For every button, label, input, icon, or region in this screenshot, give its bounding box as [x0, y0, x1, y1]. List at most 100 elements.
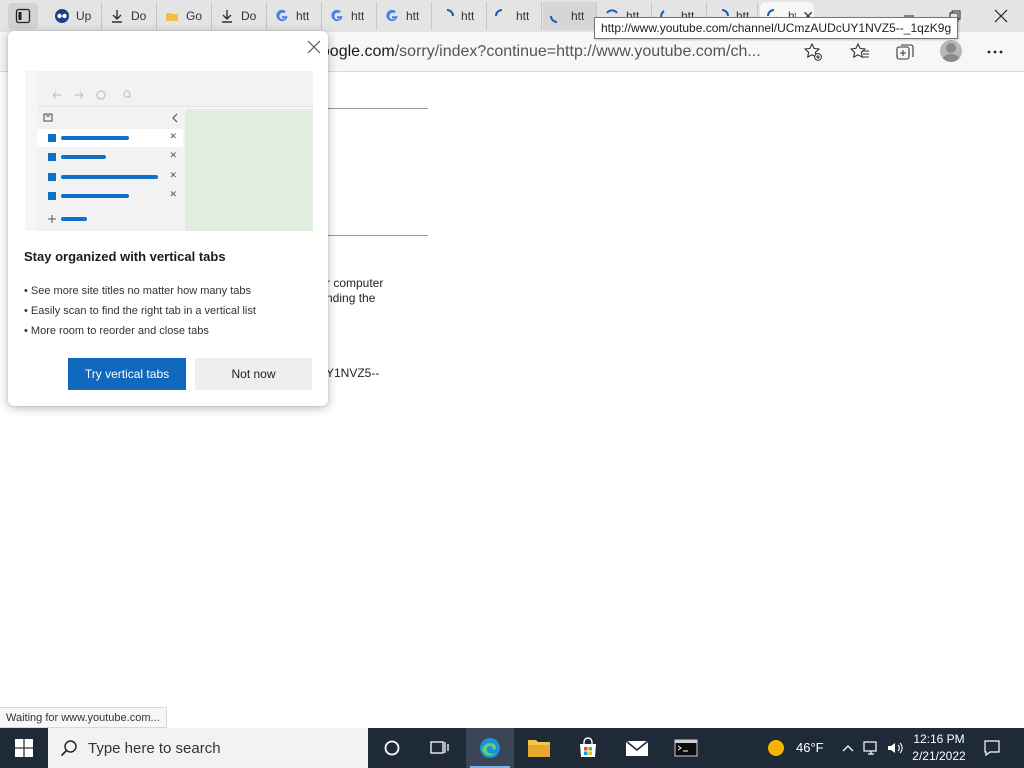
loading-icon [549, 8, 565, 24]
tab-title: Do [131, 9, 147, 23]
add-favorite-button[interactable] [799, 38, 827, 66]
store-icon [580, 737, 596, 757]
tab-title: htt [406, 9, 420, 23]
page-text: nding the [326, 291, 376, 305]
popup-bullet: • Easily scan to find the right tab in a… [24, 305, 256, 317]
chevron-up-icon [842, 745, 854, 752]
illustration-page-area [185, 109, 313, 231]
google-icon [329, 8, 345, 24]
weather-temperature[interactable]: 46°F [796, 728, 824, 768]
folder-icon [528, 740, 550, 757]
page-divider [326, 235, 428, 236]
page-text: JY1NVZ5-- [320, 366, 380, 380]
weather-widget[interactable] [762, 728, 790, 768]
taskbar-store[interactable] [564, 728, 612, 768]
volume-icon [888, 742, 903, 754]
illustration-tab-row: ✕ [37, 168, 183, 186]
tab-title: Go [186, 9, 203, 23]
browser-tab[interactable]: Up [48, 2, 102, 30]
favorites-button[interactable] [846, 38, 874, 66]
browser-tab[interactable]: htt [268, 2, 322, 30]
browser-tab[interactable]: htt [323, 2, 377, 30]
windows-taskbar: Type here to search 46°F 12:16 PM 2/21/2… [0, 728, 1024, 768]
collections-button[interactable] [891, 38, 919, 66]
close-icon [994, 9, 1008, 23]
loading-icon [494, 8, 510, 24]
address-bar[interactable]: google.com/sorry/index?continue=http://w… [300, 36, 832, 68]
cortana-button[interactable] [368, 728, 416, 768]
tab-title: Do [241, 9, 257, 23]
popup-bullet: • More room to reorder and close tabs [24, 325, 209, 337]
folder-icon [164, 8, 180, 24]
taskbar-search-box[interactable]: Type here to search [48, 728, 368, 768]
taskbar-mail[interactable] [613, 728, 661, 768]
tab-title: htt [571, 9, 585, 23]
popup-close-button[interactable] [304, 37, 324, 57]
profile-avatar[interactable] [940, 40, 962, 62]
notification-icon [984, 740, 1000, 757]
close-window-button[interactable] [978, 0, 1024, 32]
illustration-tab-row: ✕ [37, 129, 183, 147]
more-icon [987, 50, 1003, 54]
illustration-new-tab-row [37, 210, 183, 228]
tab-title: Up [76, 9, 92, 23]
settings-menu-button[interactable] [981, 38, 1009, 66]
mail-icon [625, 740, 649, 756]
not-now-button[interactable]: Not now [195, 358, 312, 390]
vertical-tabs-illustration: ✕ ✕ ✕ ✕ [25, 71, 313, 231]
popup-title: Stay organized with vertical tabs [24, 249, 226, 264]
favorites-icon [850, 42, 869, 59]
task-view-button[interactable] [416, 728, 464, 768]
collections-icon [896, 44, 914, 60]
google-icon [384, 8, 400, 24]
browser-tab[interactable]: Do [103, 2, 157, 30]
browser-status-bar: Waiting for www.youtube.com... [0, 707, 167, 728]
illustration-tab-row: ✕ [37, 148, 183, 166]
windows-logo-icon [15, 739, 33, 757]
vertical-tabs-icon [15, 8, 31, 24]
notifications-button[interactable] [980, 728, 1004, 768]
cortana-icon [384, 740, 400, 756]
taskbar-terminal[interactable] [662, 728, 710, 768]
terminal-icon [674, 739, 698, 757]
edge-collections-icon [54, 8, 70, 24]
browser-tab[interactable]: htt [543, 2, 597, 30]
star-add-icon [803, 42, 822, 61]
tab-title: htt [461, 9, 475, 23]
taskbar-file-explorer[interactable] [515, 728, 563, 768]
tab-actions-button[interactable] [8, 3, 38, 29]
tab-title: htt [516, 9, 530, 23]
start-button[interactable] [0, 728, 48, 768]
search-placeholder: Type here to search [88, 739, 221, 757]
close-icon [307, 40, 321, 54]
address-path: /sorry/index?continue=http://www.youtube… [394, 43, 761, 60]
edge-icon [480, 738, 500, 758]
taskbar-edge[interactable] [466, 728, 514, 768]
taskbar-clock[interactable]: 12:16 PM 2/21/2022 [906, 731, 972, 765]
page-text: r computer [326, 276, 384, 290]
network-button[interactable] [860, 728, 882, 768]
illustration-tab-row: ✕ [37, 187, 183, 205]
google-icon [274, 8, 290, 24]
sun-icon [768, 740, 784, 756]
clock-date: 2/21/2022 [912, 749, 966, 763]
tab-title: htt [351, 9, 365, 23]
volume-button[interactable] [884, 728, 906, 768]
download-icon [219, 8, 235, 24]
illustration-nav-icons [52, 90, 132, 100]
page-divider [326, 108, 428, 109]
task-view-icon [430, 741, 449, 754]
clock-time: 12:16 PM [913, 732, 965, 746]
vertical-tabs-promo-popup: ✕ ✕ ✕ ✕ Stay organized with vertical tab… [8, 31, 328, 406]
browser-tab[interactable]: Do [213, 2, 267, 30]
link-tooltip: http://www.youtube.com/channel/UCmzAUDcU… [594, 17, 959, 39]
try-vertical-tabs-button[interactable]: Try vertical tabs [68, 358, 186, 390]
browser-tab[interactable]: htt [378, 2, 432, 30]
browser-tab[interactable]: htt [433, 2, 487, 30]
download-icon [109, 8, 125, 24]
browser-tab[interactable]: htt [488, 2, 542, 30]
illustration-sidebar-header [37, 109, 183, 127]
show-hidden-icons-button[interactable] [838, 728, 858, 768]
tab-title: htt [296, 9, 310, 23]
browser-tab[interactable]: Go [158, 2, 212, 30]
